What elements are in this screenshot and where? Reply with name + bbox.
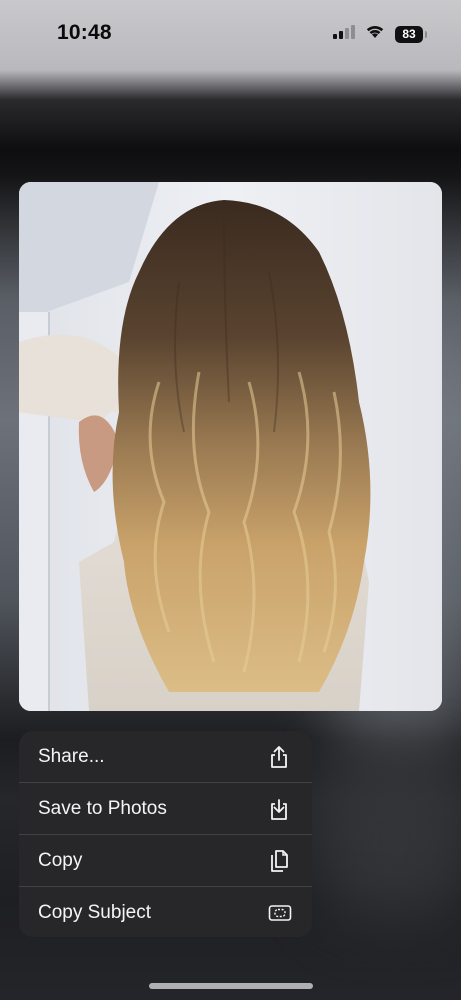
status-time: 10:48 <box>57 21 112 44</box>
menu-item-copy-subject[interactable]: Copy Subject <box>19 887 312 937</box>
status-icons: 83 <box>333 24 427 44</box>
copy-subject-icon <box>268 901 292 925</box>
menu-item-label: Copy Subject <box>38 901 152 923</box>
cellular-signal-icon <box>333 24 355 44</box>
status-bar: 10:48 83 <box>0 0 461 70</box>
menu-item-label: Save to Photos <box>38 797 167 819</box>
home-indicator[interactable] <box>149 983 313 989</box>
photo-preview[interactable] <box>19 182 442 711</box>
hair-photo <box>19 182 442 711</box>
copy-icon <box>268 849 290 873</box>
background-blur-shape <box>320 760 461 920</box>
menu-item-label: Copy <box>38 849 83 871</box>
menu-item-save-to-photos[interactable]: Save to Photos <box>19 783 312 835</box>
menu-item-copy[interactable]: Copy <box>19 835 312 887</box>
menu-item-share[interactable]: Share... <box>19 731 312 783</box>
share-icon <box>268 745 290 769</box>
wifi-icon <box>365 24 385 44</box>
save-to-photos-icon <box>268 797 290 821</box>
context-menu: Share... Save to Photos Copy Copy Subjec… <box>19 731 312 937</box>
menu-item-label: Share... <box>38 745 105 767</box>
battery-indicator: 83 <box>395 25 427 43</box>
